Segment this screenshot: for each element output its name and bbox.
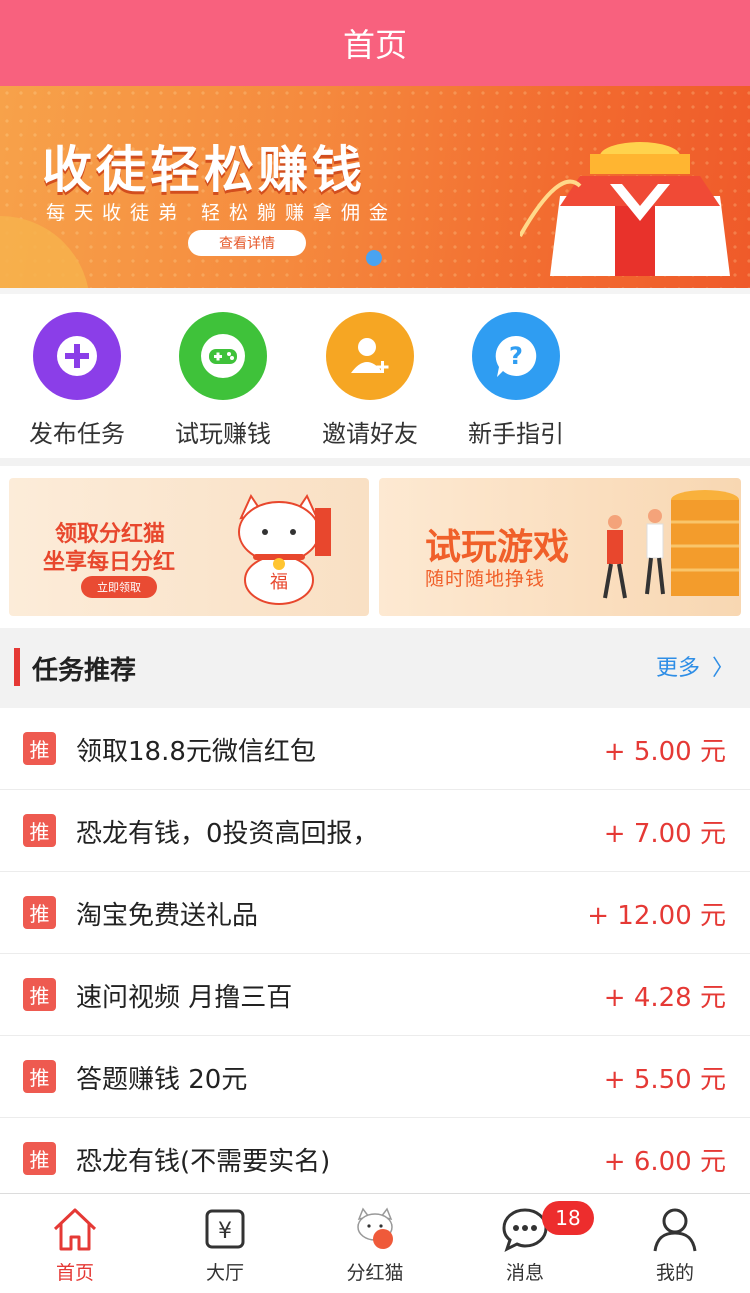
section-title: 任务推荐 xyxy=(32,656,137,686)
svg-text:¥: ¥ xyxy=(218,1219,232,1244)
quick-publish-task[interactable]: 发布任务 xyxy=(17,312,137,452)
promo-trial-game-card[interactable]: 试玩游戏 随时随地挣钱 xyxy=(379,478,741,616)
quick-label: 新手指引 xyxy=(468,420,564,448)
task-section-header: 任务推荐 更多 〉 xyxy=(0,628,750,708)
section-accent-bar xyxy=(14,648,20,686)
add-user-icon xyxy=(326,312,414,400)
task-title: 答题赚钱 20元 xyxy=(76,1065,248,1095)
task-row[interactable]: 推 恐龙有钱(不需要实名) + 6.00 元 xyxy=(0,1118,750,1200)
recommend-badge: 推 xyxy=(23,978,56,1011)
recommend-badge: 推 xyxy=(23,1060,56,1093)
tab-label: 分红猫 xyxy=(346,1262,404,1284)
lucky-cat-icon xyxy=(350,1204,400,1254)
task-reward: + 4.28 元 xyxy=(603,983,726,1013)
tab-label: 大厅 xyxy=(205,1262,244,1284)
gift-box-illustration xyxy=(520,142,730,276)
help-bubble-icon: ? xyxy=(472,312,560,400)
svg-text:?: ? xyxy=(509,342,523,370)
banner-details-button[interactable]: 查看详情 xyxy=(188,230,306,256)
recommend-badge: 推 xyxy=(23,732,56,765)
plus-circle-icon xyxy=(33,312,121,400)
message-count-badge: 18 xyxy=(542,1201,594,1235)
yuan-card-icon: ¥ xyxy=(200,1204,250,1254)
task-title: 淘宝免费送礼品 xyxy=(76,901,259,931)
task-list: 推 领取18.8元微信红包 + 5.00 元 推 恐龙有钱，0投资高回报， + … xyxy=(0,708,750,1196)
task-reward: + 12.00 元 xyxy=(587,901,726,931)
tab-home[interactable]: 首页 xyxy=(0,1194,150,1293)
quick-label: 发布任务 xyxy=(29,420,125,448)
chevron-right-icon[interactable]: 〉 xyxy=(712,650,734,682)
carousel-indicator[interactable] xyxy=(366,250,382,266)
task-title: 恐龙有钱(不需要实名) xyxy=(76,1147,331,1177)
promo-claim-button[interactable]: 立即领取 xyxy=(81,576,157,598)
task-row[interactable]: 推 速问视频 月撸三百 + 4.28 元 xyxy=(0,954,750,1036)
quick-label: 邀请好友 xyxy=(322,420,418,448)
tab-label: 首页 xyxy=(55,1262,94,1284)
quick-invite-friends[interactable]: 邀请好友 xyxy=(310,312,430,452)
task-title: 领取18.8元微信红包 xyxy=(76,737,316,767)
banner-subtitle: 每天收徒弟 轻松躺赚拿佣金 xyxy=(46,202,398,224)
task-reward: + 6.00 元 xyxy=(603,1147,726,1177)
quick-beginner-guide[interactable]: ? 新手指引 xyxy=(456,312,576,452)
promo-right-line1: 试玩游戏 xyxy=(425,527,570,568)
gamepad-icon xyxy=(179,312,267,400)
more-link[interactable]: 更多 xyxy=(656,650,700,682)
task-row[interactable]: 推 领取18.8元微信红包 + 5.00 元 xyxy=(0,708,750,790)
coins-people-illustration xyxy=(603,490,739,599)
page-title: 首页 xyxy=(342,26,407,64)
task-reward: + 5.50 元 xyxy=(603,1065,726,1095)
tab-lucky-cat[interactable]: 分红猫 xyxy=(300,1194,450,1293)
lucky-cat-illustration: 福 xyxy=(238,493,331,605)
task-row[interactable]: 推 淘宝免费送礼品 + 12.00 元 xyxy=(0,872,750,954)
recommend-badge: 推 xyxy=(23,1142,56,1175)
task-row[interactable]: 推 恐龙有钱，0投资高回报， + 7.00 元 xyxy=(0,790,750,872)
recommend-badge: 推 xyxy=(23,896,56,929)
task-title: 速问视频 月撸三百 xyxy=(76,983,293,1013)
bottom-tab-bar: 首页 ¥ 大厅 分红猫 消息 我的 xyxy=(0,1193,750,1293)
promo-banner[interactable]: 收徒轻松赚钱 每天收徒弟 轻松躺赚拿佣金 查看详情 xyxy=(0,86,750,288)
svg-text:福: 福 xyxy=(270,572,288,593)
home-icon xyxy=(50,1204,100,1254)
person-icon xyxy=(650,1204,700,1254)
task-row[interactable]: 推 答题赚钱 20元 + 5.50 元 xyxy=(0,1036,750,1118)
tab-label: 消息 xyxy=(505,1262,544,1284)
banner-title: 收徒轻松赚钱 xyxy=(42,141,366,199)
promo-cards: 领取分红猫 坐享每日分红 立即领取 福 试玩游戏 随时随地挣钱 xyxy=(0,466,750,628)
quick-actions: 发布任务 试玩赚钱 邀请好友 ? 新手指引 xyxy=(0,288,750,458)
task-title: 恐龙有钱，0投资高回报， xyxy=(76,819,379,849)
recommend-badge: 推 xyxy=(23,814,56,847)
promo-left-line2: 坐享每日分红 xyxy=(43,550,176,575)
promo-lucky-cat-card[interactable]: 领取分红猫 坐享每日分红 立即领取 福 xyxy=(9,478,369,616)
task-reward: + 7.00 元 xyxy=(603,819,726,849)
top-nav-bar: 首页 xyxy=(0,0,750,86)
tab-profile[interactable]: 我的 xyxy=(600,1194,750,1293)
tab-hall[interactable]: ¥ 大厅 xyxy=(150,1194,300,1293)
promo-right-line2: 随时随地挣钱 xyxy=(425,568,546,590)
quick-trial-earn[interactable]: 试玩赚钱 xyxy=(163,312,283,452)
quick-label: 试玩赚钱 xyxy=(175,420,271,448)
tab-label: 我的 xyxy=(655,1262,694,1284)
task-reward: + 5.00 元 xyxy=(603,737,726,767)
